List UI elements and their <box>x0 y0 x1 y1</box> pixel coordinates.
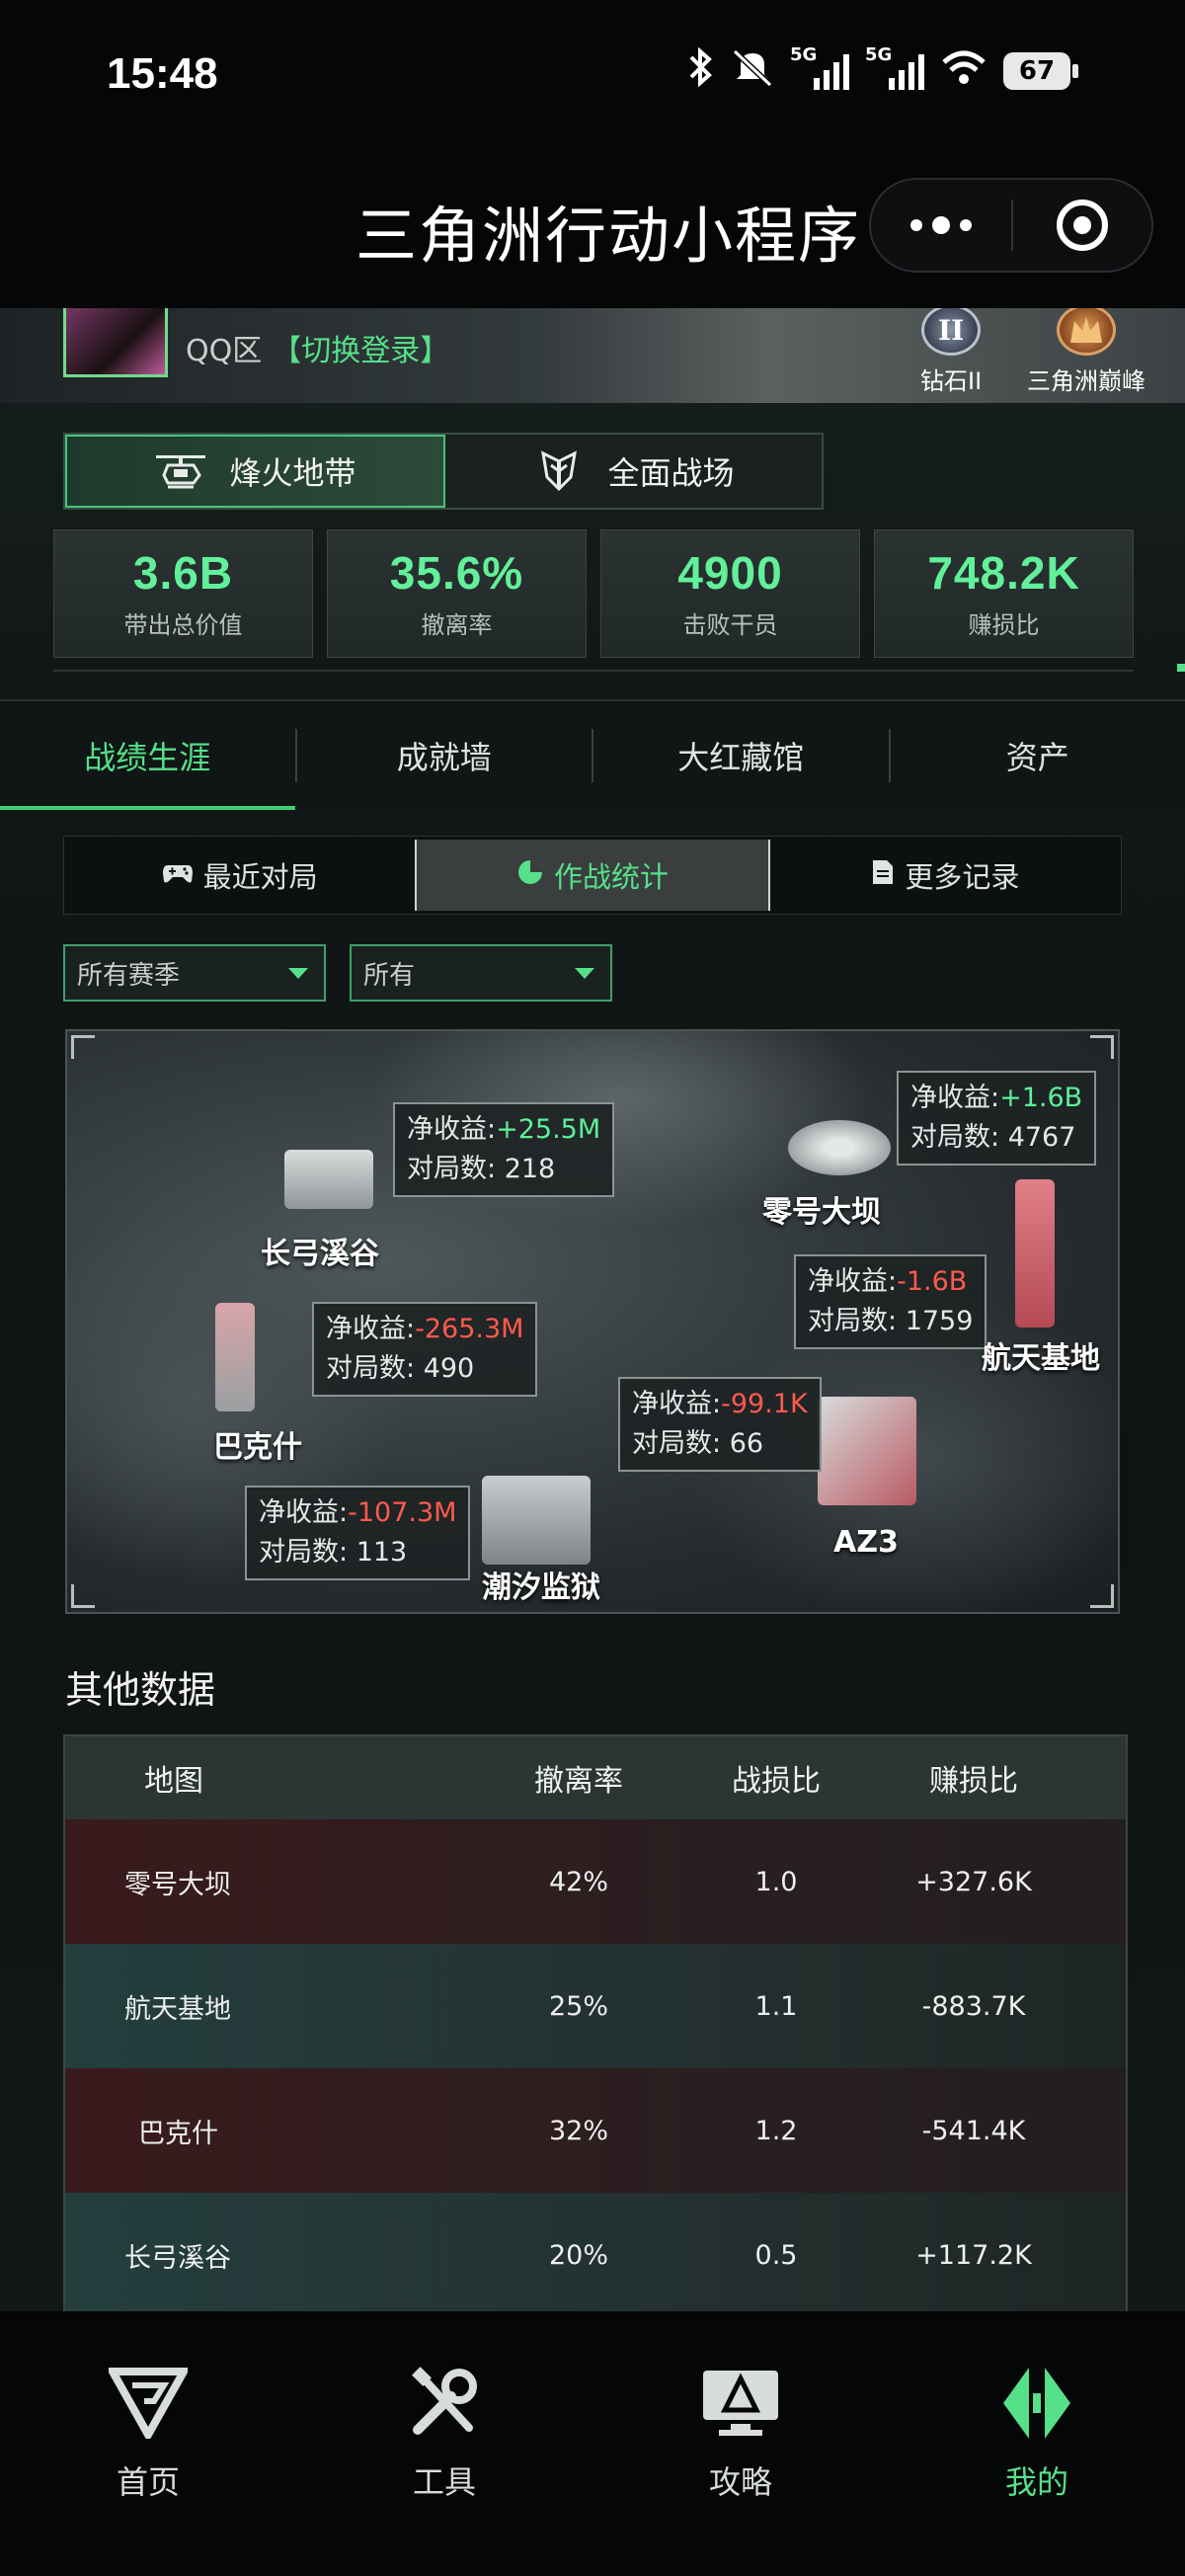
map-label-spaceport[interactable]: 航天基地 <box>982 1333 1100 1377</box>
map-label-az3[interactable]: AZ3 <box>833 1525 899 1560</box>
map-label-dam[interactable]: 零号大坝 <box>762 1187 881 1231</box>
table-row[interactable]: 长弓溪谷 20% 0.5 +117.2K <box>65 2193 1126 2311</box>
wifi-icon <box>940 48 988 94</box>
mode-select[interactable]: 所有 <box>350 944 612 1002</box>
rank-label: 钻石II <box>920 367 983 395</box>
spaceport-tower-icon <box>1015 1179 1055 1328</box>
scroll-indicator <box>1177 664 1185 672</box>
shield-emblem-icon <box>532 449 586 493</box>
bakesh-tower-icon <box>215 1303 255 1411</box>
document-icon <box>871 858 895 893</box>
subtab-recent-matches[interactable]: 最近对局 <box>64 837 415 914</box>
stat-card-value: 3.6B 带出总价值 <box>53 529 313 658</box>
mode-tab-warfare[interactable]: 全面战场 <box>445 435 822 508</box>
az3-building-icon <box>818 1397 916 1505</box>
map-callout-spaceport[interactable]: 净收益:-1.6B 对局数: 1759 <box>794 1254 988 1349</box>
mode-label: 烽火地带 <box>229 454 356 492</box>
season-select[interactable]: 所有赛季 <box>63 944 326 1002</box>
stats-row: 3.6B 带出总价值 35.6% 撤离率 4900 击败干员 748.2K 赚损… <box>53 529 1134 658</box>
map-callout-prison[interactable]: 净收益:-107.3M 对局数: 113 <box>245 1486 471 1580</box>
status-time: 15:48 <box>107 49 218 98</box>
tab-career[interactable]: 战绩生涯 <box>0 701 295 810</box>
title-bar: 三角洲行动小程序 <box>0 148 1185 308</box>
switch-login-link[interactable]: 【切换登录】 <box>272 334 449 368</box>
table-row[interactable]: 零号大坝 42% 1.0 +327.6K <box>65 1819 1126 1944</box>
more-menu-button[interactable] <box>871 216 1011 234</box>
dam-building-icon <box>788 1120 891 1175</box>
mode-toggle: 烽火地带 全面战场 <box>63 433 824 510</box>
pie-chart-icon <box>516 858 544 893</box>
mute-icon <box>731 47 774 95</box>
sub-tabs: 最近对局 作战统计 更多记录 <box>63 836 1122 915</box>
helicopter-icon <box>154 449 207 493</box>
subtab-battle-stats[interactable]: 作战统计 <box>415 840 770 911</box>
prison-building-icon <box>482 1476 591 1565</box>
filters: 所有赛季 所有 <box>63 944 612 1002</box>
home-logo-icon <box>104 2359 193 2448</box>
region-label: QQ区 <box>186 334 263 368</box>
map-callout-valley[interactable]: 净收益:+25.5M 对局数: 218 <box>393 1102 615 1197</box>
nav-home[interactable]: 首页 <box>0 2311 296 2576</box>
table-row[interactable]: 航天基地 25% 1.1 -883.7K <box>65 1944 1126 2068</box>
map-callout-bakesh[interactable]: 净收益:-265.3M 对局数: 490 <box>312 1302 538 1397</box>
divider <box>53 670 1134 672</box>
caret-down-icon <box>288 967 308 979</box>
stat-card-extract-rate: 35.6% 撤离率 <box>327 529 587 658</box>
mode-tab-hazard[interactable]: 烽火地带 <box>65 435 445 508</box>
map-label-prison[interactable]: 潮汐监狱 <box>482 1563 600 1606</box>
map-label-valley[interactable]: 长弓溪谷 <box>261 1229 379 1272</box>
page-title: 三角洲行动小程序 <box>356 200 862 272</box>
tools-icon <box>400 2359 489 2448</box>
signal-icon-1: 5G <box>790 44 849 90</box>
avatar[interactable] <box>63 308 168 377</box>
tab-achievements[interactable]: 成就墙 <box>297 701 592 810</box>
guide-monitor-icon <box>696 2359 785 2448</box>
nav-profile[interactable]: 我的 <box>889 2311 1185 2576</box>
profile-header: QQ区 【切换登录】 II 钻石II 三角洲巅峰 <box>0 308 1185 403</box>
peak-rank-badge-icon <box>1057 308 1116 356</box>
caret-down-icon <box>575 967 594 979</box>
nav-tools[interactable]: 工具 <box>296 2311 592 2576</box>
map-callout-az3[interactable]: 净收益:-99.1K 对局数: 66 <box>618 1377 822 1472</box>
mode-label: 全面战场 <box>607 454 735 492</box>
status-icons: 5G 5G 67 <box>687 44 1078 95</box>
rank-label: 三角洲巅峰 <box>1027 367 1146 395</box>
other-data-title: 其他数据 <box>65 1668 216 1712</box>
nav-guides[interactable]: 攻略 <box>592 2311 889 2576</box>
other-data-table: 地图 撤离率 战损比 赚损比 零号大坝 42% 1.0 +327.6K 航天基地… <box>63 1734 1128 2311</box>
valley-building-icon <box>284 1150 373 1209</box>
mini-program-capsule <box>869 178 1153 273</box>
rank-diamond: II 钻石II <box>920 308 982 396</box>
gamepad-icon <box>162 858 194 892</box>
main-tabs: 战绩生涯 成就墙 大红藏馆 资产 <box>0 699 1185 810</box>
tab-collection[interactable]: 大红藏馆 <box>593 701 889 810</box>
close-miniprogram-button[interactable] <box>1013 200 1151 251</box>
signal-icon-2: 5G <box>865 44 924 90</box>
map-label-bakesh[interactable]: 巴克什 <box>213 1422 302 1466</box>
main-page: QQ区 【切换登录】 II 钻石II 三角洲巅峰 烽火地带 全面战场 3.6B … <box>0 308 1185 2311</box>
battery-icon: 67 <box>1003 52 1078 90</box>
battle-map: 净收益:+25.5M 对局数: 218 长弓溪谷 净收益:+1.6B 对局数: … <box>65 1029 1120 1614</box>
tab-assets[interactable]: 资产 <box>891 701 1185 810</box>
rank-peak: 三角洲巅峰 <box>1027 308 1146 396</box>
map-callout-dam[interactable]: 净收益:+1.6B 对局数: 4767 <box>897 1071 1097 1166</box>
stat-card-profit-ratio: 748.2K 赚损比 <box>874 529 1134 658</box>
login-info: QQ区 【切换登录】 <box>186 326 449 369</box>
target-icon <box>1056 200 1108 251</box>
table-row[interactable]: 巴克什 32% 1.2 -541.4K <box>65 2068 1126 2193</box>
status-bar: 15:48 5G 5G 67 <box>0 0 1185 148</box>
subtab-more-records[interactable]: 更多记录 <box>770 837 1121 914</box>
stat-card-kills: 4900 击败干员 <box>600 529 860 658</box>
profile-logo-icon <box>992 2359 1081 2448</box>
bluetooth-icon <box>687 46 715 95</box>
table-header: 地图 撤离率 战损比 赚损比 <box>65 1736 1126 1819</box>
bottom-nav: 首页 工具 攻略 我的 <box>0 2311 1185 2576</box>
diamond-rank-badge-icon: II <box>921 308 982 356</box>
